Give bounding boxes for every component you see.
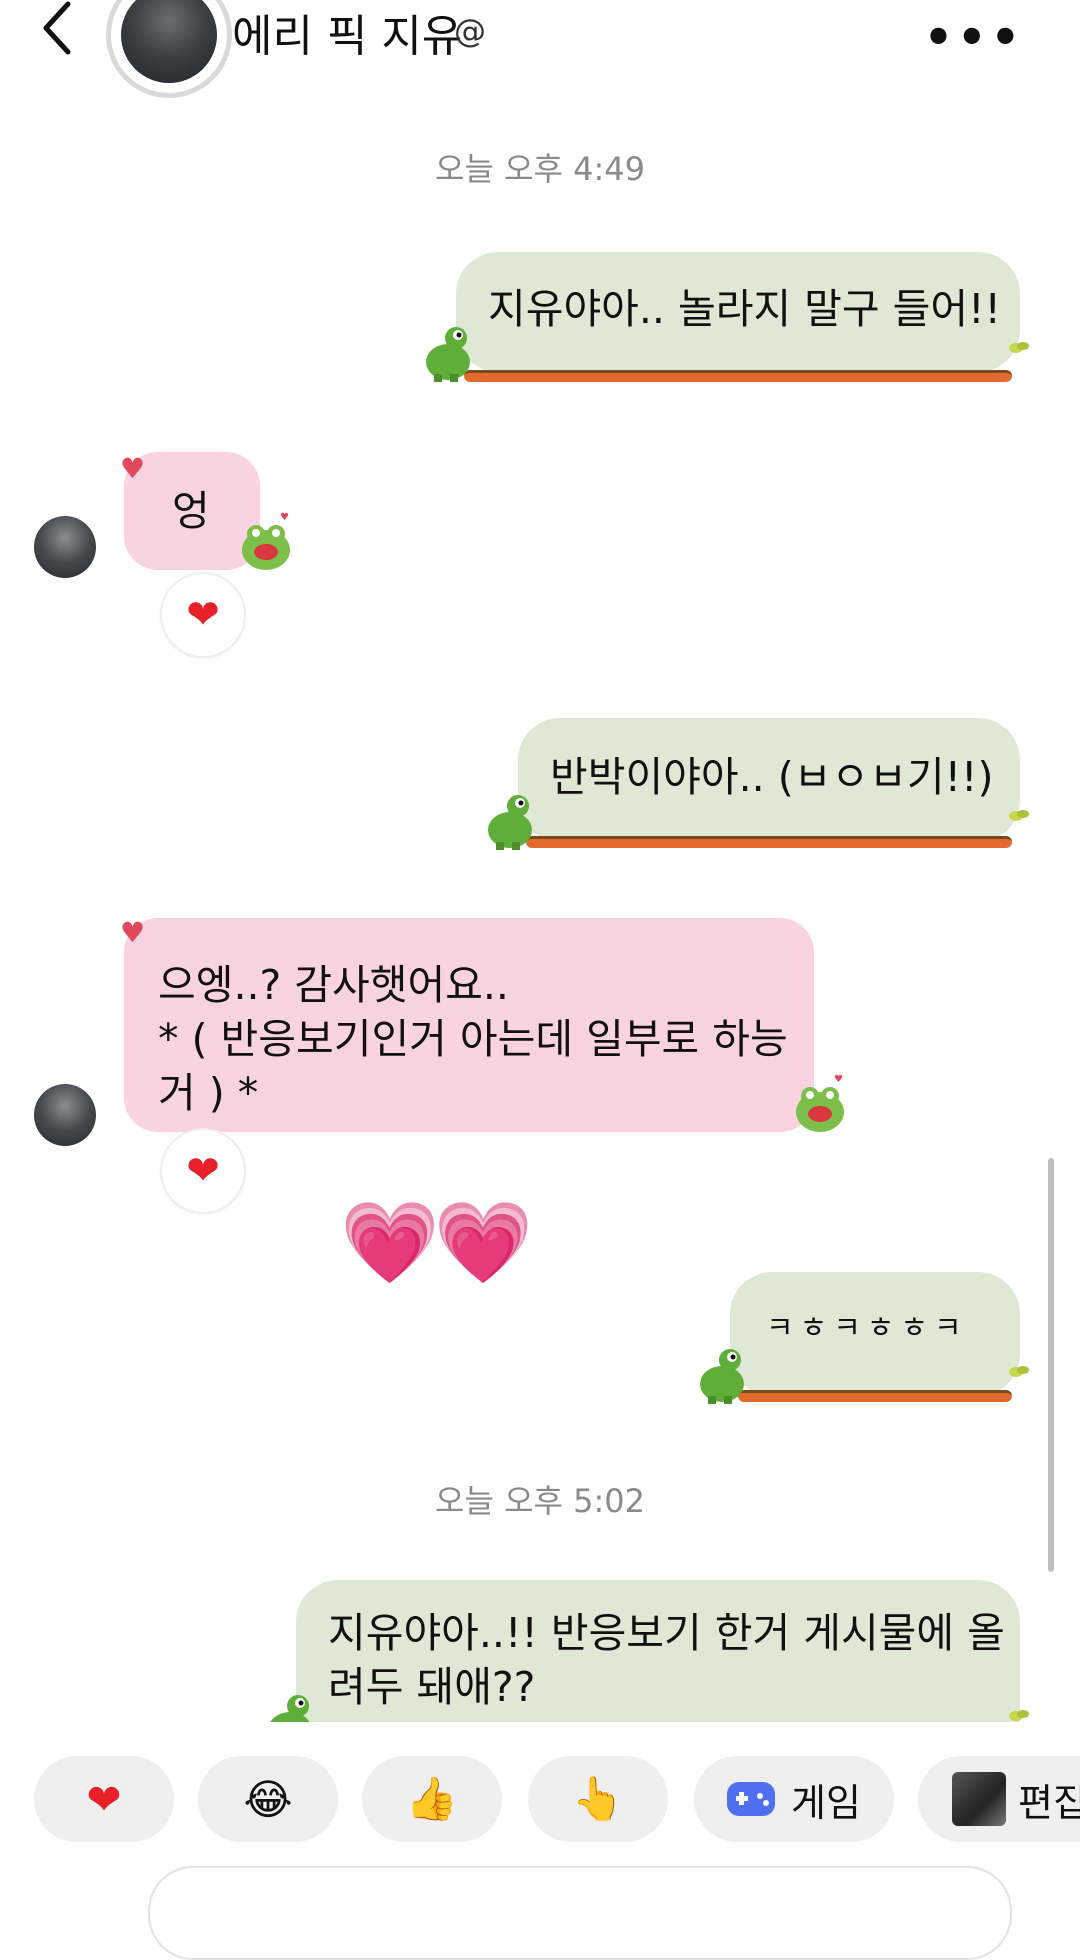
frog-sticker-icon	[700, 1349, 744, 1404]
chat-header: 에리 픽 지유 @ •••	[0, 0, 1080, 98]
received-message-bubble[interactable]: 으엥..? 감사햇어요.. * ( 반응보기인거 아는데 일부로 하능 거 ) …	[124, 918, 814, 1132]
more-options-button[interactable]: •••	[924, 10, 1024, 64]
heart-icon: ♥	[120, 452, 146, 485]
sent-message-bubble[interactable]: 지유야아.. 놀라지 말구 들어!!	[456, 252, 1020, 372]
edit-label: 편집	[1018, 1780, 1080, 1825]
threads-icon: @	[454, 12, 486, 50]
edit-button[interactable]: 편집	[918, 1756, 1080, 1842]
heart-reaction[interactable]: ❤	[160, 1128, 246, 1214]
svg-text:♥: ♥	[280, 512, 289, 523]
message-text: 반박이야아.. (ㅂㅇㅂ기!!)	[550, 753, 994, 801]
avatar-image	[121, 0, 217, 83]
sprout-icon	[1009, 810, 1029, 821]
back-button[interactable]	[38, 0, 88, 60]
heart-reaction[interactable]: ❤	[160, 572, 246, 658]
thumbs-up-quick-reply[interactable]: 👍	[362, 1756, 502, 1842]
chat-title[interactable]: 에리 픽 지유	[232, 0, 462, 64]
photo-thumbnail	[952, 1772, 1006, 1826]
heart-quick-reply[interactable]: ❤	[34, 1756, 174, 1842]
sent-message-bubble[interactable]: ㅋㅎㅋㅎㅎㅋ	[730, 1272, 1020, 1396]
sprout-icon	[1009, 342, 1029, 353]
heart-icon: ❤	[86, 1774, 122, 1824]
game-controller-icon	[727, 1782, 776, 1816]
sender-avatar[interactable]	[34, 1084, 96, 1146]
frog-tongue-decoration	[738, 1390, 1012, 1402]
quick-reaction-bar: ❤ 😂 👍 👆 게임 편집	[0, 1722, 1080, 1842]
sprout-icon	[1009, 1710, 1029, 1721]
pointing-hand-icon: 👆	[571, 1774, 625, 1823]
message-text: 지유야아..!! 반응보기 한거 게시물에 올 려두 돼애??	[328, 1609, 1005, 1711]
heart-icon: ❤	[186, 1148, 220, 1194]
timestamp: 오늘 오후 5:02	[435, 1482, 645, 1520]
chevron-left-icon	[43, 1, 71, 55]
frog-sticker-icon	[488, 795, 532, 850]
heart-icon: ♥	[120, 916, 146, 949]
sent-message-bubble[interactable]: 반박이야아.. (ㅂㅇㅂ기!!)	[518, 718, 1020, 842]
message-text: 지유야아.. 놀라지 말구 들어!!	[488, 285, 1001, 333]
sprout-icon	[1009, 1366, 1029, 1377]
message-text: ㅋㅎㅋㅎㅎㅋ	[766, 1311, 968, 1346]
laughing-quick-reply[interactable]: 😂	[198, 1756, 338, 1842]
message-text: 엉	[172, 487, 210, 535]
game-label: 게임	[791, 1780, 861, 1825]
frog-tongue-decoration	[464, 370, 1012, 382]
contact-avatar[interactable]	[106, 0, 232, 98]
sent-message-bubble[interactable]: 지유야아..!! 반응보기 한거 게시물에 올 려두 돼애??	[296, 1580, 1020, 1722]
thumbs-up-icon: 👍	[405, 1774, 459, 1823]
laughing-face-icon: 😂	[243, 1774, 293, 1824]
message-input[interactable]	[148, 1866, 1012, 1960]
pink-hearts-emoji-message[interactable]: 💗💗	[340, 1196, 533, 1290]
frog-sticker-icon	[426, 327, 470, 382]
frog-love-sticker-icon: ♥	[796, 1074, 844, 1132]
heart-icon: ❤	[186, 592, 220, 638]
svg-text:♥: ♥	[834, 1074, 843, 1085]
frog-sticker-icon	[270, 1695, 310, 1722]
message-text: 으엥..? 감사햇어요.. * ( 반응보기인거 아는데 일부로 하능 거 ) …	[158, 961, 788, 1117]
timestamp: 오늘 오후 4:49	[435, 150, 645, 188]
game-button[interactable]: 게임	[694, 1756, 894, 1842]
pointing-hand-quick-reply[interactable]: 👆	[528, 1756, 668, 1842]
scrollbar[interactable]	[1048, 1158, 1054, 1572]
frog-tongue-decoration	[526, 836, 1012, 848]
frog-love-sticker-icon: ♥	[242, 512, 290, 570]
sender-avatar[interactable]	[34, 516, 96, 578]
message-clip-region: 지유야아..!! 반응보기 한거 게시물에 올 려두 돼애??	[0, 1560, 1080, 1722]
